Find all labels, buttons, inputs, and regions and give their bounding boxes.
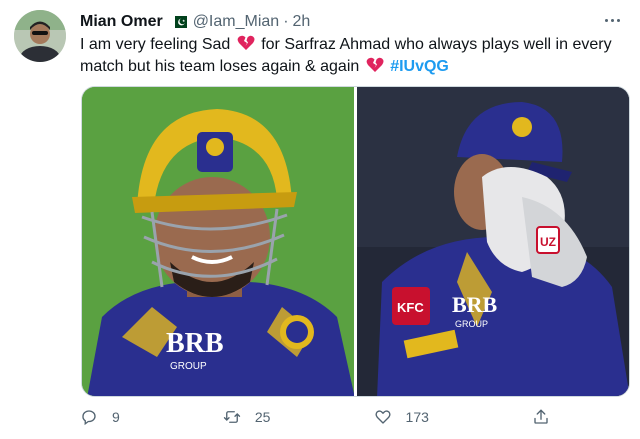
tweet-timestamp[interactable]: 2h [293,13,311,31]
avatar-image [14,10,66,62]
like-count: 173 [405,409,429,425]
retweet-button[interactable]: 25 [223,408,271,426]
tweet-media: BRB GROUP UZ KFC BRB GROUP [81,86,630,397]
photo-right-image: UZ KFC BRB GROUP [356,87,629,396]
header-separator: · [283,13,289,30]
glove-text: UZ [540,235,556,249]
author-name[interactable]: Mian Omer [80,13,163,31]
photo-left-image: BRB GROUP [82,87,354,396]
like-icon [375,410,391,424]
tweet-actions: 9 25 173 [80,408,550,426]
tweet-text-part1: I am very feeling Sad [80,36,231,53]
hashtag-link[interactable]: #IUvQG [390,58,449,75]
more-icon[interactable] [600,10,624,30]
like-button[interactable]: 173 [374,408,429,426]
pakistan-flag-icon [170,16,187,28]
broken-heart-icon [237,35,255,51]
shirt-brand-right: BRB [452,292,498,317]
tweet[interactable]: Mian Omer @Iam_Mian · 2h I am very feeli… [0,0,640,439]
retweet-icon [223,411,241,423]
reply-count: 9 [112,409,120,425]
photo-right[interactable]: UZ KFC BRB GROUP [356,87,629,396]
reply-button[interactable]: 9 [80,408,120,426]
tweet-text: I am very feeling Sad for Sarfraz Ahmad … [80,34,625,78]
shirt-brand-sub-left: GROUP [170,361,207,372]
author-handle[interactable]: @Iam_Mian [193,13,280,31]
reply-icon [82,410,96,426]
share-icon [534,409,548,424]
avatar[interactable] [14,10,66,62]
shirt-brand-left: BRB [166,328,224,359]
photo-left[interactable]: BRB GROUP [82,87,354,396]
shirt-brand-sub-right: GROUP [455,319,488,329]
tweet-header: Mian Omer @Iam_Mian · 2h [80,12,310,32]
shirt-badge-kfc: KFC [397,300,424,315]
share-button[interactable] [532,408,550,426]
broken-heart-icon [366,57,384,73]
retweet-count: 25 [254,409,271,425]
